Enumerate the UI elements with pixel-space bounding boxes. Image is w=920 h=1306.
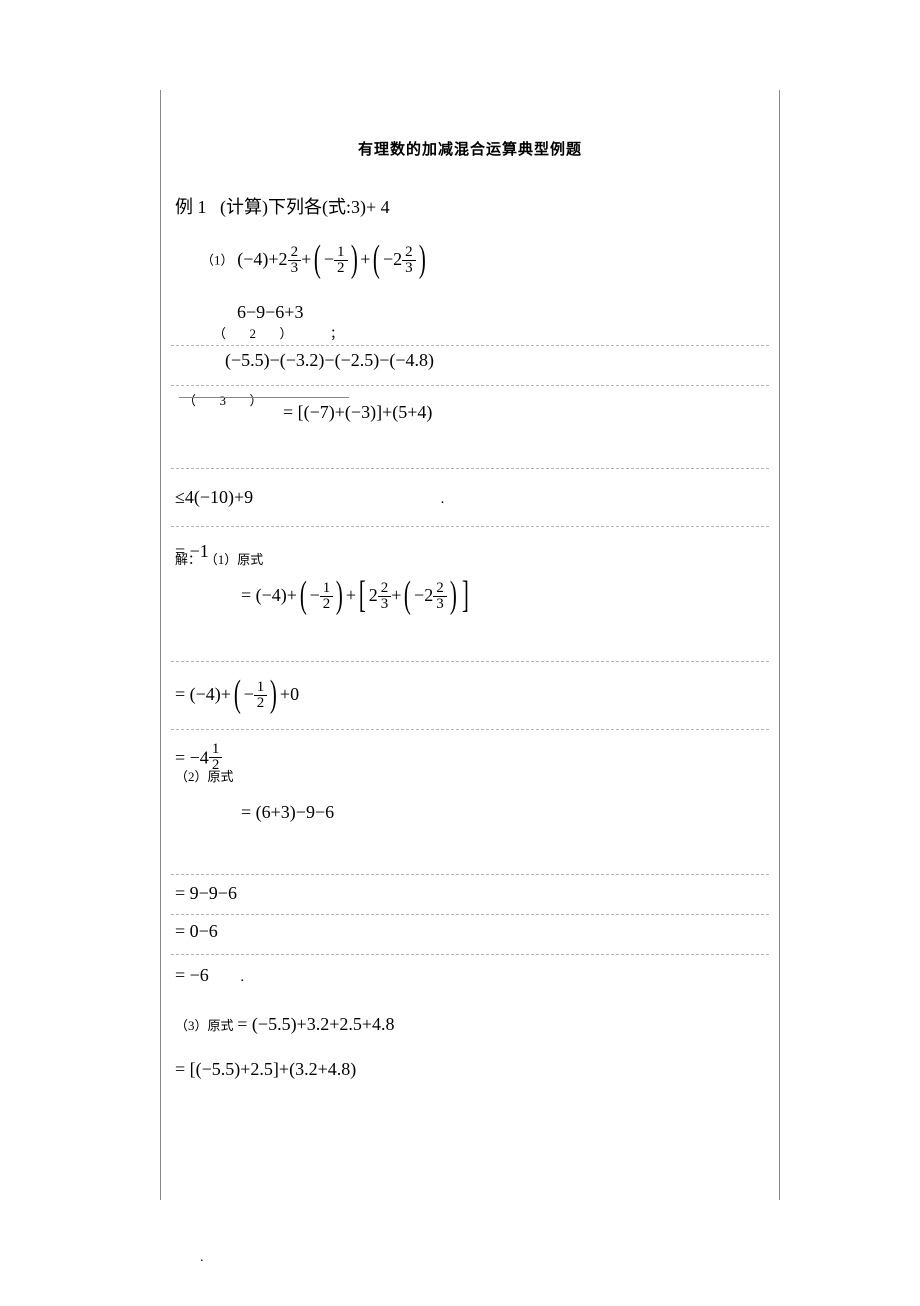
- sol1-step1-expr: = (−4)+(−12)+[223+(−223)]: [241, 585, 472, 605]
- doc-title: 有理数的加减混合运算典型例题: [171, 90, 769, 189]
- sol2-step4: = −6 .: [171, 955, 769, 1008]
- sol2-step1: = (6+3)−9−6: [171, 790, 769, 835]
- blank-row-1: [171, 429, 769, 469]
- item-1: （1） (−4)+223+(−12)+(−223): [171, 235, 769, 302]
- item-3-expr-row: (−5.5)−(−3.2)−(−2.5)−(−4.8): [171, 346, 769, 386]
- page: 有理数的加减混合运算典型例题 例 1 (计算)下列各(式:3)+ 4 （1） (…: [0, 0, 920, 1306]
- sol1-step1: = (−4)+(−12)+[223+(−223)]: [171, 571, 769, 622]
- eq-7-3-5-4: = [(−7)+(−3)]+(5+4): [183, 402, 765, 423]
- sol2-step2: = 9−9−6: [171, 875, 769, 915]
- footer-dot: .: [0, 1200, 920, 1266]
- sol3-step2-expr: = [(−5.5)+2.5]+(3.2+4.8): [175, 1059, 356, 1079]
- sol1-final: = −412 （2）原式: [171, 730, 769, 790]
- dot: .: [441, 491, 445, 507]
- example-1-heading: 例 1 (计算)下列各(式:3)+ 4: [171, 189, 769, 235]
- document-content: 有理数的加减混合运算典型例题 例 1 (计算)下列各(式:3)+ 4 （1） (…: [160, 90, 780, 1200]
- sol2-label: （2）原式: [175, 766, 234, 785]
- sol1-step2-expr: = (−4)+(−12)+0: [175, 684, 299, 704]
- eq-neg1: = −1: [175, 541, 209, 562]
- item-1-expr: (−4)+223+(−12)+(−223): [237, 249, 428, 269]
- sol1-step2: = (−4)+(−12)+0: [171, 662, 769, 730]
- sol3-step1-expr: = (−5.5)+3.2+2.5+4.8: [237, 1014, 394, 1034]
- expr-55: (−5.5)−(−3.2)−(−2.5)−(−4.8): [201, 350, 765, 371]
- sol3-step1: （3）原式 = (−5.5)+3.2+2.5+4.8: [171, 1008, 769, 1055]
- sol3-step2: = [(−5.5)+2.5]+(3.2+4.8): [171, 1055, 769, 1095]
- sol2-step2-expr: = 9−9−6: [175, 883, 237, 903]
- example-text-overlay: (计算)下列各(式:3)+ 4: [220, 197, 390, 217]
- sol3-label: （3）原式: [175, 1018, 234, 1033]
- paren-2-line: （ 2 ） ；: [201, 323, 765, 343]
- paren-3-block: （ 3 ） = [(−7)+(−3)]+(5+4): [171, 386, 769, 429]
- item-2-block: 6−9−6+3 （ 2 ） ；: [171, 302, 769, 346]
- solution-start: = −1 解： （1）原式: [171, 527, 769, 571]
- item-1-label: （1）: [201, 253, 234, 268]
- blank-row-3: [171, 835, 769, 875]
- leq-4-10-9: ≤4(−10)+9: [175, 487, 253, 507]
- sol2-step1-expr: = (6+3)−9−6: [241, 802, 334, 822]
- expr-6963: 6−9−6+3: [201, 302, 765, 323]
- example-label: 例 1: [175, 197, 207, 217]
- sol2-step3-expr: = 0−6: [175, 921, 218, 941]
- sol2-step3: = 0−6: [171, 915, 769, 955]
- sol2-step4-expr: = −6: [175, 965, 209, 985]
- sol-1-text: （1）原式: [205, 552, 264, 567]
- strike-line: [179, 397, 349, 398]
- item-4-row: ≤4(−10)+9 .: [171, 469, 769, 527]
- blank-row-2: [171, 622, 769, 662]
